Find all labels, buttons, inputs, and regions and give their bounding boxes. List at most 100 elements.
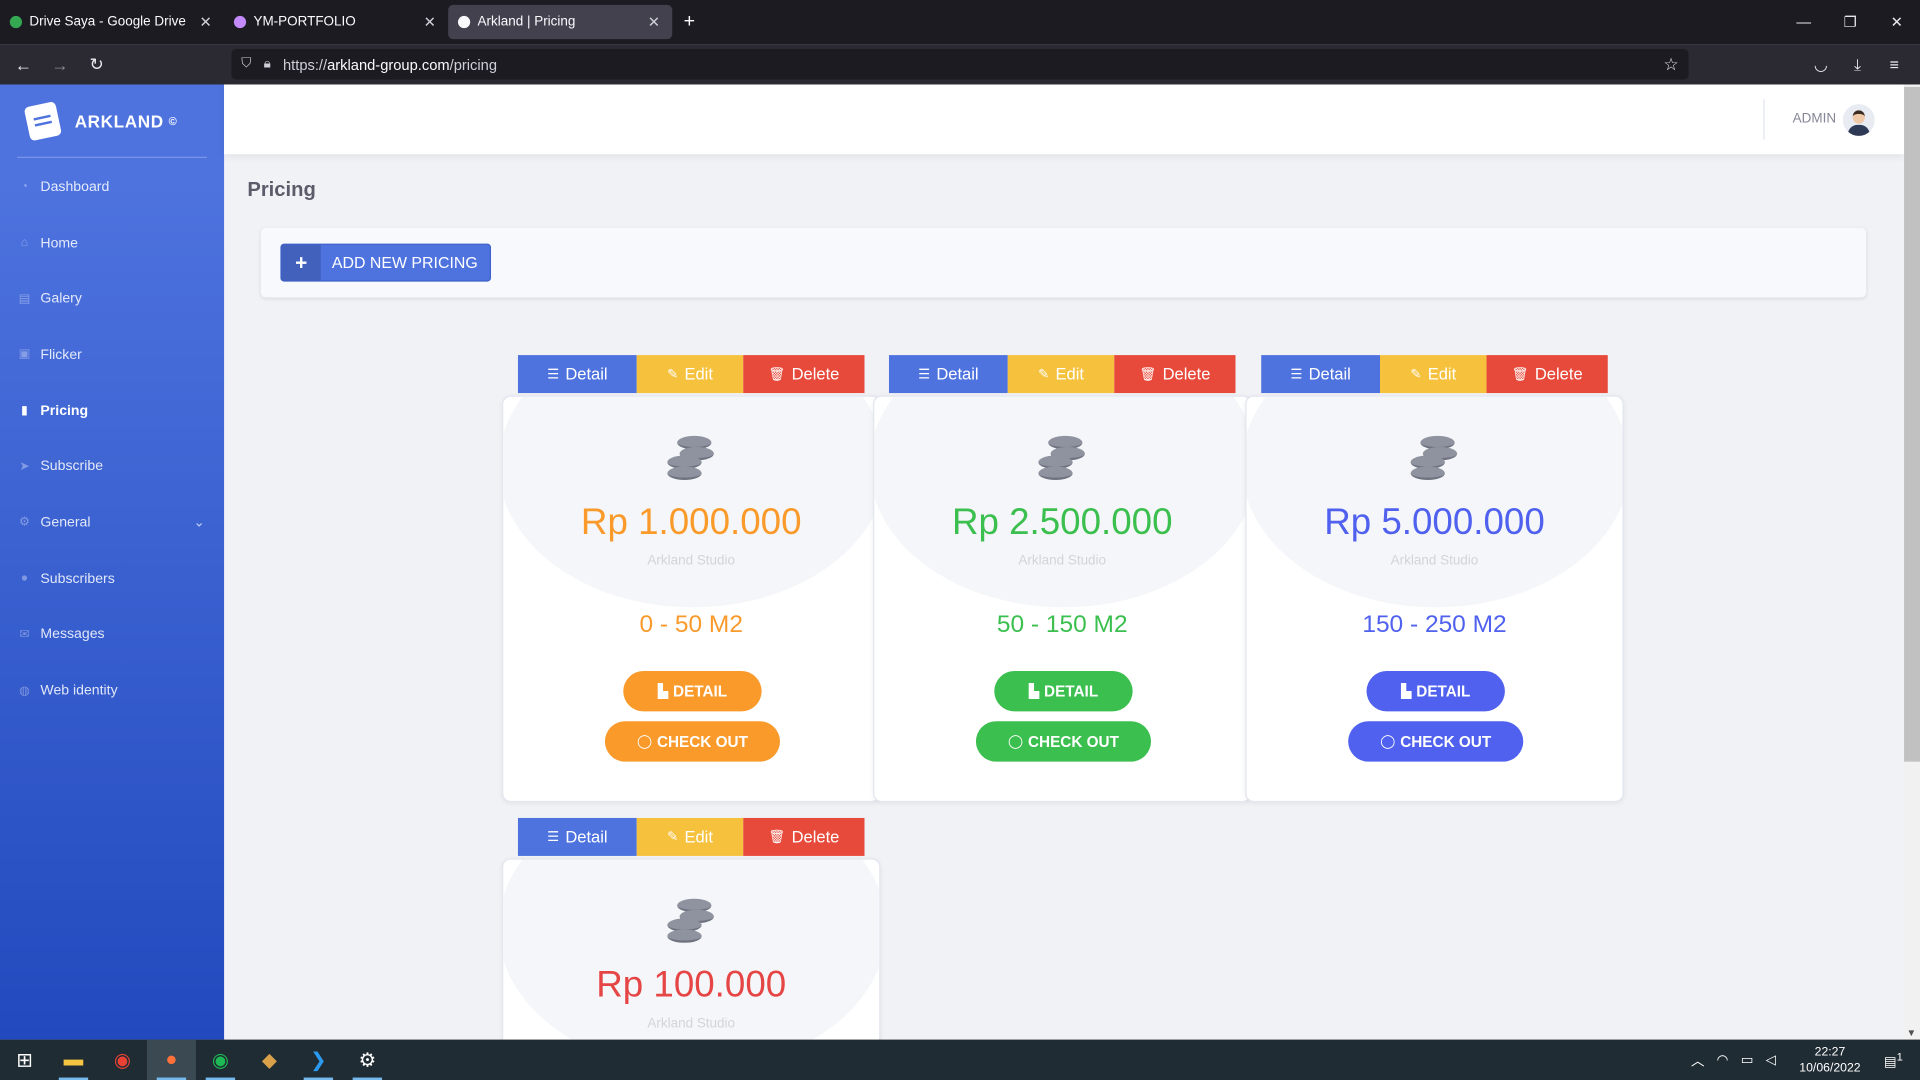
- battery-icon[interactable]: ▭: [1741, 1052, 1754, 1068]
- sidebar-item-web-identity[interactable]: ◍ Web identity: [0, 663, 224, 719]
- delete-button[interactable]: 🗑︎ Delete: [1114, 355, 1236, 394]
- card-detail-button[interactable]: ▙ DETAIL: [1366, 671, 1505, 712]
- detail-button[interactable]: ☰ Detail: [517, 355, 637, 394]
- url-host: arkland-group.com: [327, 55, 450, 73]
- download-icon[interactable]: ⤓: [1839, 54, 1876, 74]
- area-range: 150 - 250 M2: [1362, 611, 1507, 638]
- forward-icon[interactable]: →: [42, 54, 79, 74]
- delete-label: Delete: [1534, 364, 1583, 384]
- delete-label: Delete: [1162, 364, 1211, 384]
- git-icon[interactable]: ◆: [245, 1040, 294, 1080]
- settings-icon[interactable]: ⚙: [343, 1040, 392, 1080]
- back-icon[interactable]: ←: [5, 54, 42, 74]
- new-tab-icon[interactable]: +: [672, 11, 706, 33]
- card-detail-button[interactable]: ▙ DETAIL: [623, 671, 762, 712]
- clock[interactable]: 22:27 10/06/2022: [1799, 1044, 1860, 1076]
- scrollbar-thumb[interactable]: [1904, 86, 1920, 762]
- price: Rp 5.000.000: [1324, 502, 1545, 543]
- sidebar: ARKLAND © ◔ Dashboard ⌂ Home ▤ Galery ▣ Flick…: [0, 84, 225, 1040]
- sidebar-item-subscribers[interactable]: ● Subscribers: [0, 551, 224, 607]
- avatar[interactable]: [1842, 104, 1875, 136]
- card-detail-label: DETAIL: [1416, 682, 1471, 700]
- plus-icon: +: [281, 244, 321, 281]
- chrome-icon[interactable]: ◉: [98, 1040, 147, 1080]
- detail-button[interactable]: ☰ Detail: [1261, 355, 1380, 394]
- checkout-button[interactable]: ◯ CHECK OUT: [1348, 721, 1524, 762]
- card-actions: ☰ Detail ✎ Edit 🗑︎ Delete: [888, 355, 1236, 394]
- spotify-icon[interactable]: ◉: [196, 1040, 245, 1080]
- notification-count: 1: [1896, 1050, 1903, 1063]
- tab-google-drive[interactable]: Drive Saya - Google Drive ✕: [0, 0, 224, 44]
- brand-name: ARKLAND: [74, 110, 164, 131]
- lock-icon[interactable]: 🔒︎: [264, 56, 271, 72]
- edit-label: Edit: [684, 364, 713, 384]
- chevron-up-icon[interactable]: ︿: [1691, 1050, 1704, 1070]
- tab-arkland-pricing[interactable]: Arkland | Pricing ✕: [448, 4, 673, 40]
- wifi-icon[interactable]: ◠: [1717, 1052, 1729, 1068]
- edit-button[interactable]: ✎ Edit: [636, 355, 744, 394]
- close-tab-icon[interactable]: ✕: [197, 13, 214, 30]
- page-title: Pricing: [247, 178, 316, 201]
- coins-icon: [1036, 433, 1092, 487]
- topbar: ADMIN: [224, 84, 1905, 155]
- close-tab-icon[interactable]: ✕: [421, 13, 438, 30]
- tachometer-icon: ◔: [20, 180, 29, 194]
- edit-icon: ✎: [667, 367, 679, 383]
- tab-label: Arkland | Pricing: [477, 14, 576, 30]
- edit-icon: ✎: [1410, 367, 1422, 383]
- detail-button[interactable]: ☰ Detail: [888, 355, 1008, 394]
- sidebar-item-general[interactable]: ⚙ General ⌄: [0, 495, 224, 551]
- delete-button[interactable]: 🗑︎ Delete: [743, 817, 865, 856]
- list-icon: ☰: [1290, 367, 1303, 383]
- edit-label: Edit: [1055, 364, 1084, 384]
- browser-tab-bar: Drive Saya - Google Drive ✕ YM-PORTFOLIO…: [0, 0, 1920, 45]
- brand-mark: ©: [168, 114, 178, 127]
- vscode-icon[interactable]: ❯: [294, 1040, 343, 1080]
- os-taskbar: ⊞ ▬ ◉ ● ◉ ◆ ❯ ⚙ ︿ ◠ ▭ ◁ 22:27 10/06/2022…: [0, 1039, 1920, 1080]
- minimize-icon[interactable]: —: [1780, 13, 1827, 30]
- restore-icon[interactable]: ❐: [1827, 13, 1874, 30]
- close-window-icon[interactable]: ✕: [1873, 13, 1920, 30]
- sidebar-item-pricing[interactable]: ▮ Pricing: [0, 383, 224, 439]
- add-new-pricing-button[interactable]: + ADD NEW PRICING: [280, 243, 492, 282]
- checkout-button[interactable]: ◯ CHECK OUT: [975, 721, 1152, 762]
- edit-button[interactable]: ✎ Edit: [1007, 355, 1115, 394]
- sidebar-item-home[interactable]: ⌂ Home: [0, 215, 224, 271]
- sidebar-item-messages[interactable]: ✉ Messages: [0, 607, 224, 663]
- url-bar[interactable]: ⛉ 🔒︎ https://arkland-group.com/pricing ☆: [231, 48, 1689, 80]
- pricing-card: Rp 5.000.000 Arkland Studio 150 - 250 M2…: [1245, 395, 1624, 803]
- sidebar-item-subscribe[interactable]: ➤ Subscribe: [0, 439, 224, 495]
- file-explorer-icon[interactable]: ▬: [49, 1040, 98, 1080]
- user-name[interactable]: ADMIN: [1793, 111, 1836, 126]
- firefox-icon[interactable]: ●: [146, 1039, 196, 1080]
- pocket-icon[interactable]: ◡: [1802, 54, 1839, 74]
- sidebar-item-galery[interactable]: ▤ Galery: [0, 271, 224, 327]
- reload-icon[interactable]: ↻: [78, 54, 115, 75]
- sidebar-item-dashboard[interactable]: ◔ Dashboard: [0, 159, 224, 215]
- clipboard-icon: ▮: [21, 404, 28, 418]
- card-detail-button[interactable]: ▙ DETAIL: [994, 671, 1133, 712]
- brand[interactable]: ARKLAND ©: [0, 84, 224, 156]
- edit-button[interactable]: ✎ Edit: [636, 817, 744, 856]
- pricing-card: Rp 100.000 Arkland Studio: [502, 858, 881, 1055]
- scroll-down-icon[interactable]: ▼: [1907, 1027, 1917, 1038]
- volume-icon[interactable]: ◁: [1766, 1052, 1776, 1068]
- tab-ym-portfolio[interactable]: YM-PORTFOLIO ✕: [224, 0, 448, 44]
- page-scrollbar[interactable]: ▼: [1904, 84, 1920, 1040]
- delete-button[interactable]: 🗑︎ Delete: [1486, 355, 1608, 394]
- bookmark-star-icon[interactable]: ☆: [1663, 54, 1678, 75]
- notifications-icon[interactable]: ▤1: [1884, 1050, 1903, 1069]
- menu-icon[interactable]: ≡: [1876, 55, 1913, 73]
- checkout-button[interactable]: ◯ CHECK OUT: [604, 721, 780, 762]
- chevron-down-icon[interactable]: ⌄: [193, 515, 204, 531]
- edit-button[interactable]: ✎ Edit: [1380, 355, 1487, 394]
- coins-icon: [1408, 433, 1464, 487]
- windows-start-icon[interactable]: ⊞: [0, 1040, 49, 1080]
- system-tray: ︿ ◠ ▭ ◁ 22:27 10/06/2022 ▤1: [1685, 1040, 1920, 1080]
- coins-icon: [665, 896, 721, 950]
- close-tab-icon[interactable]: ✕: [645, 13, 662, 30]
- delete-button[interactable]: 🗑︎ Delete: [743, 355, 865, 394]
- sidebar-item-flicker[interactable]: ▣ Flicker: [0, 327, 224, 383]
- detail-button[interactable]: ☰ Detail: [517, 817, 637, 856]
- shield-icon[interactable]: ⛉: [241, 56, 251, 72]
